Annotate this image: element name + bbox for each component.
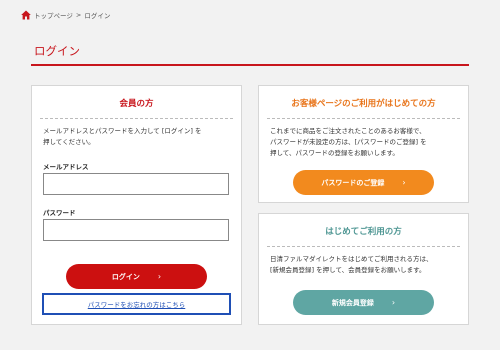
email-label: メールアドレス	[43, 163, 89, 171]
breadcrumb-separator: >	[75, 11, 82, 19]
page-title: ログイン	[34, 44, 80, 58]
heading-divider	[40, 118, 233, 119]
password-label: パスワード	[43, 209, 76, 217]
heading-divider	[267, 246, 460, 247]
password-registration-panel: お客様ページのご利用がはじめての方 これまでに商品をご注文されたことのあるお客様…	[258, 85, 469, 203]
password-registration-button[interactable]: パスワードのご登録 ›	[293, 170, 434, 195]
chevron-right-icon: ›	[157, 272, 162, 281]
login-instructions: メールアドレスとパスワードを入力して [ログイン] を 押してください。	[43, 127, 202, 146]
breadcrumb-home-link[interactable]: トップページ	[34, 10, 73, 20]
password-registration-heading: お客様ページのご利用がはじめての方	[291, 99, 436, 109]
new-member-heading: はじめてご利用の方	[325, 227, 402, 237]
title-divider	[31, 64, 469, 66]
forgot-password-link[interactable]: パスワードをお忘れの方はこちら	[42, 293, 231, 315]
breadcrumb: トップページ > ログイン	[21, 10, 110, 20]
breadcrumb-current: ログイン	[84, 12, 111, 20]
login-button[interactable]: ログイン ›	[66, 264, 207, 289]
heading-divider	[267, 118, 460, 119]
new-member-registration-button-label: 新規会員登録	[331, 298, 374, 307]
password-field[interactable]	[43, 219, 229, 241]
email-field[interactable]	[43, 173, 229, 195]
new-member-instructions: 日清ファルマダイレクトをはじめてご利用される方は、 [新規会員登録] を押して、…	[270, 255, 433, 274]
password-registration-instructions: これまでに商品をご注文されたことのあるお客様で、 パスワードが未設定の方は、[パ…	[270, 127, 427, 157]
member-login-panel: 会員の方 メールアドレスとパスワードを入力して [ログイン] を 押してください…	[31, 85, 242, 325]
chevron-right-icon: ›	[391, 298, 396, 307]
password-registration-button-label: パスワードのご登録	[321, 178, 385, 187]
home-icon[interactable]	[21, 10, 31, 20]
new-member-registration-button[interactable]: 新規会員登録 ›	[293, 290, 434, 315]
member-login-heading: 会員の方	[119, 99, 154, 109]
new-member-panel: はじめてご利用の方 日清ファルマダイレクトをはじめてご利用される方は、 [新規会…	[258, 213, 469, 325]
chevron-right-icon: ›	[402, 178, 406, 187]
login-button-label: ログイン	[111, 272, 140, 281]
